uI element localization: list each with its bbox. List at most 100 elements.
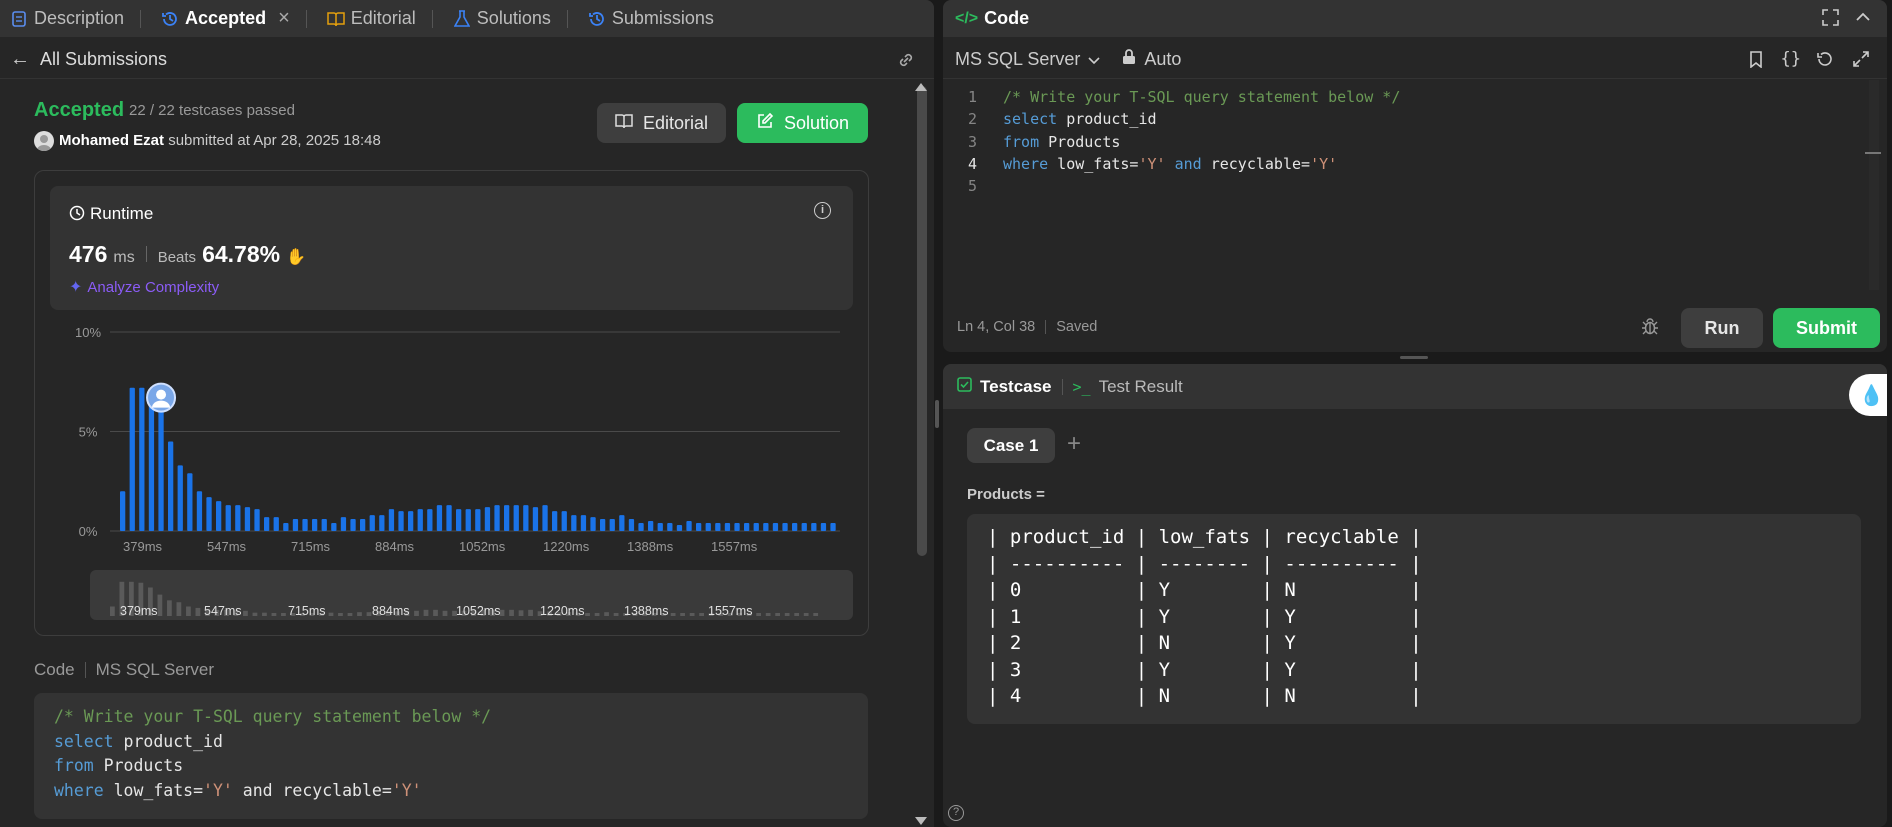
- code-token: low_fats=: [1048, 154, 1139, 173]
- chart-bar: [638, 523, 644, 531]
- chart-bar: [724, 523, 731, 531]
- sparkle-drop-icon: 💧: [1859, 384, 1884, 407]
- brush-bar: [347, 613, 353, 616]
- code-token: select: [1003, 110, 1058, 129]
- tab-label: Accepted: [185, 8, 267, 28]
- chart-bar: [206, 497, 212, 531]
- brush-bar: [243, 610, 248, 616]
- code-token: 'Y': [391, 780, 422, 800]
- tab-accepted[interactable]: Accepted ×: [151, 0, 317, 37]
- brush-bar: [680, 613, 685, 616]
- editor-code-area[interactable]: 1 /* Write your T-SQL query statement bel…: [943, 88, 1863, 288]
- chart-bar: [196, 491, 203, 531]
- tab-solutions[interactable]: Solutions: [443, 0, 578, 37]
- save-status: Saved: [1056, 319, 1098, 335]
- horizontal-splitter[interactable]: [1400, 356, 1428, 359]
- editorial-button[interactable]: Editorial: [597, 103, 726, 143]
- brush-tick-label: 715ms: [288, 604, 326, 618]
- info-icon[interactable]: i: [814, 202, 831, 219]
- tab-test-result[interactable]: Test Result: [1099, 377, 1183, 397]
- code-token: and: [1165, 154, 1202, 173]
- mode-label[interactable]: Auto: [1144, 49, 1181, 70]
- editorial-label: Editorial: [642, 112, 709, 133]
- vertical-splitter[interactable]: [935, 400, 939, 428]
- history-icon: [161, 10, 179, 28]
- help-icon[interactable]: ?: [948, 805, 964, 821]
- x-tick-label: 1557ms: [711, 539, 758, 554]
- tab-editorial[interactable]: Editorial: [317, 0, 443, 37]
- editor-scrollbar[interactable]: [1869, 80, 1879, 290]
- brush-bar: [157, 594, 163, 616]
- floating-ai-button[interactable]: 💧: [1849, 374, 1887, 416]
- username[interactable]: Mohamed Ezat: [59, 132, 164, 149]
- brush-bar: [433, 609, 438, 616]
- format-braces-icon[interactable]: {}: [1781, 49, 1801, 69]
- reset-icon[interactable]: [1816, 51, 1833, 73]
- testcase-header: Testcase >_ Test Result: [943, 364, 1887, 409]
- code-token: Products: [1039, 132, 1121, 151]
- run-button[interactable]: Run: [1681, 308, 1763, 348]
- brush-bar: [518, 610, 524, 616]
- runtime-distribution-chart[interactable]: 10% 5% 0% 379ms 547ms 715ms 884ms 1052ms 1220ms 1…: [50, 320, 860, 620]
- x-tick-label: 1220ms: [543, 539, 590, 554]
- chart-bar: [436, 505, 443, 531]
- collapse-icon[interactable]: [1855, 9, 1871, 30]
- brush-bar: [756, 613, 762, 616]
- close-icon[interactable]: ×: [278, 7, 290, 30]
- chart-bar: [388, 509, 395, 531]
- scrollbar[interactable]: [917, 86, 927, 556]
- chart-bar: [715, 523, 721, 531]
- debug-icon[interactable]: [1641, 317, 1659, 340]
- fullscreen-icon[interactable]: [1853, 51, 1869, 72]
- divider: [145, 246, 147, 262]
- solution-button[interactable]: Solution: [737, 103, 868, 143]
- chart-bar: [216, 501, 222, 531]
- brush-bar: [167, 600, 172, 616]
- chart-bar: [273, 517, 279, 531]
- analyze-complexity-link[interactable]: ✦ Analyze Complexity: [69, 277, 219, 297]
- brush-bar: [803, 613, 809, 616]
- chart-bar: [120, 491, 126, 531]
- code-token: /* Write your T-SQL query statement belo…: [54, 707, 492, 726]
- all-submissions-link[interactable]: All Submissions: [40, 49, 167, 70]
- line-number: 5: [967, 177, 977, 196]
- brush-bar: [775, 613, 781, 616]
- maximize-icon[interactable]: [1822, 9, 1839, 31]
- chart-bar: [811, 523, 817, 531]
- tab-submissions[interactable]: Submissions: [578, 0, 724, 37]
- code-token: 'Y': [1310, 154, 1338, 173]
- chart-bar: [340, 517, 347, 531]
- chart-bar: [398, 511, 404, 531]
- editor-title: Code: [984, 8, 1030, 28]
- chart-bar: [782, 523, 788, 531]
- case-1-tab[interactable]: Case 1: [967, 428, 1055, 463]
- code-token: product_id: [113, 731, 223, 751]
- runtime-panel[interactable]: Runtime i 476 ms Beats 64.78% ✋ ✦ Analyz…: [50, 186, 853, 310]
- submission-nav: ← All Submissions: [0, 41, 934, 79]
- user-marker-head: [156, 389, 167, 400]
- chart-bar: [696, 523, 702, 531]
- code-icon: </>: [955, 9, 979, 27]
- products-input-table[interactable]: | product_id | low_fats | recyclable | | …: [967, 514, 1861, 724]
- chart-bar: [628, 519, 635, 531]
- tab-label: Submissions: [611, 8, 714, 28]
- brush-bar: [414, 610, 419, 616]
- chart-bar: [465, 509, 471, 531]
- bookmark-icon[interactable]: [1749, 51, 1763, 73]
- add-case-icon[interactable]: +: [1067, 430, 1081, 458]
- submit-button[interactable]: Submit: [1773, 308, 1880, 348]
- editor-line: where low_fats='Y' and recyclable='Y': [1003, 155, 1337, 173]
- tab-testcase[interactable]: Testcase: [980, 377, 1052, 397]
- line-number: 3: [967, 132, 977, 151]
- tab-description[interactable]: Description: [0, 0, 151, 37]
- chart-bar: [427, 509, 433, 531]
- submitted-code[interactable]: /* Write your T-SQL query statement belo…: [34, 693, 868, 819]
- scroll-up-icon[interactable]: [915, 83, 927, 91]
- brush-bar: [423, 609, 429, 616]
- chart-bar: [561, 511, 567, 531]
- back-arrow-icon[interactable]: ←: [10, 48, 30, 71]
- scroll-down-icon[interactable]: [915, 817, 927, 825]
- chart-bar: [552, 511, 558, 531]
- language-select[interactable]: MS SQL Server: [955, 49, 1100, 70]
- link-icon[interactable]: [896, 50, 916, 75]
